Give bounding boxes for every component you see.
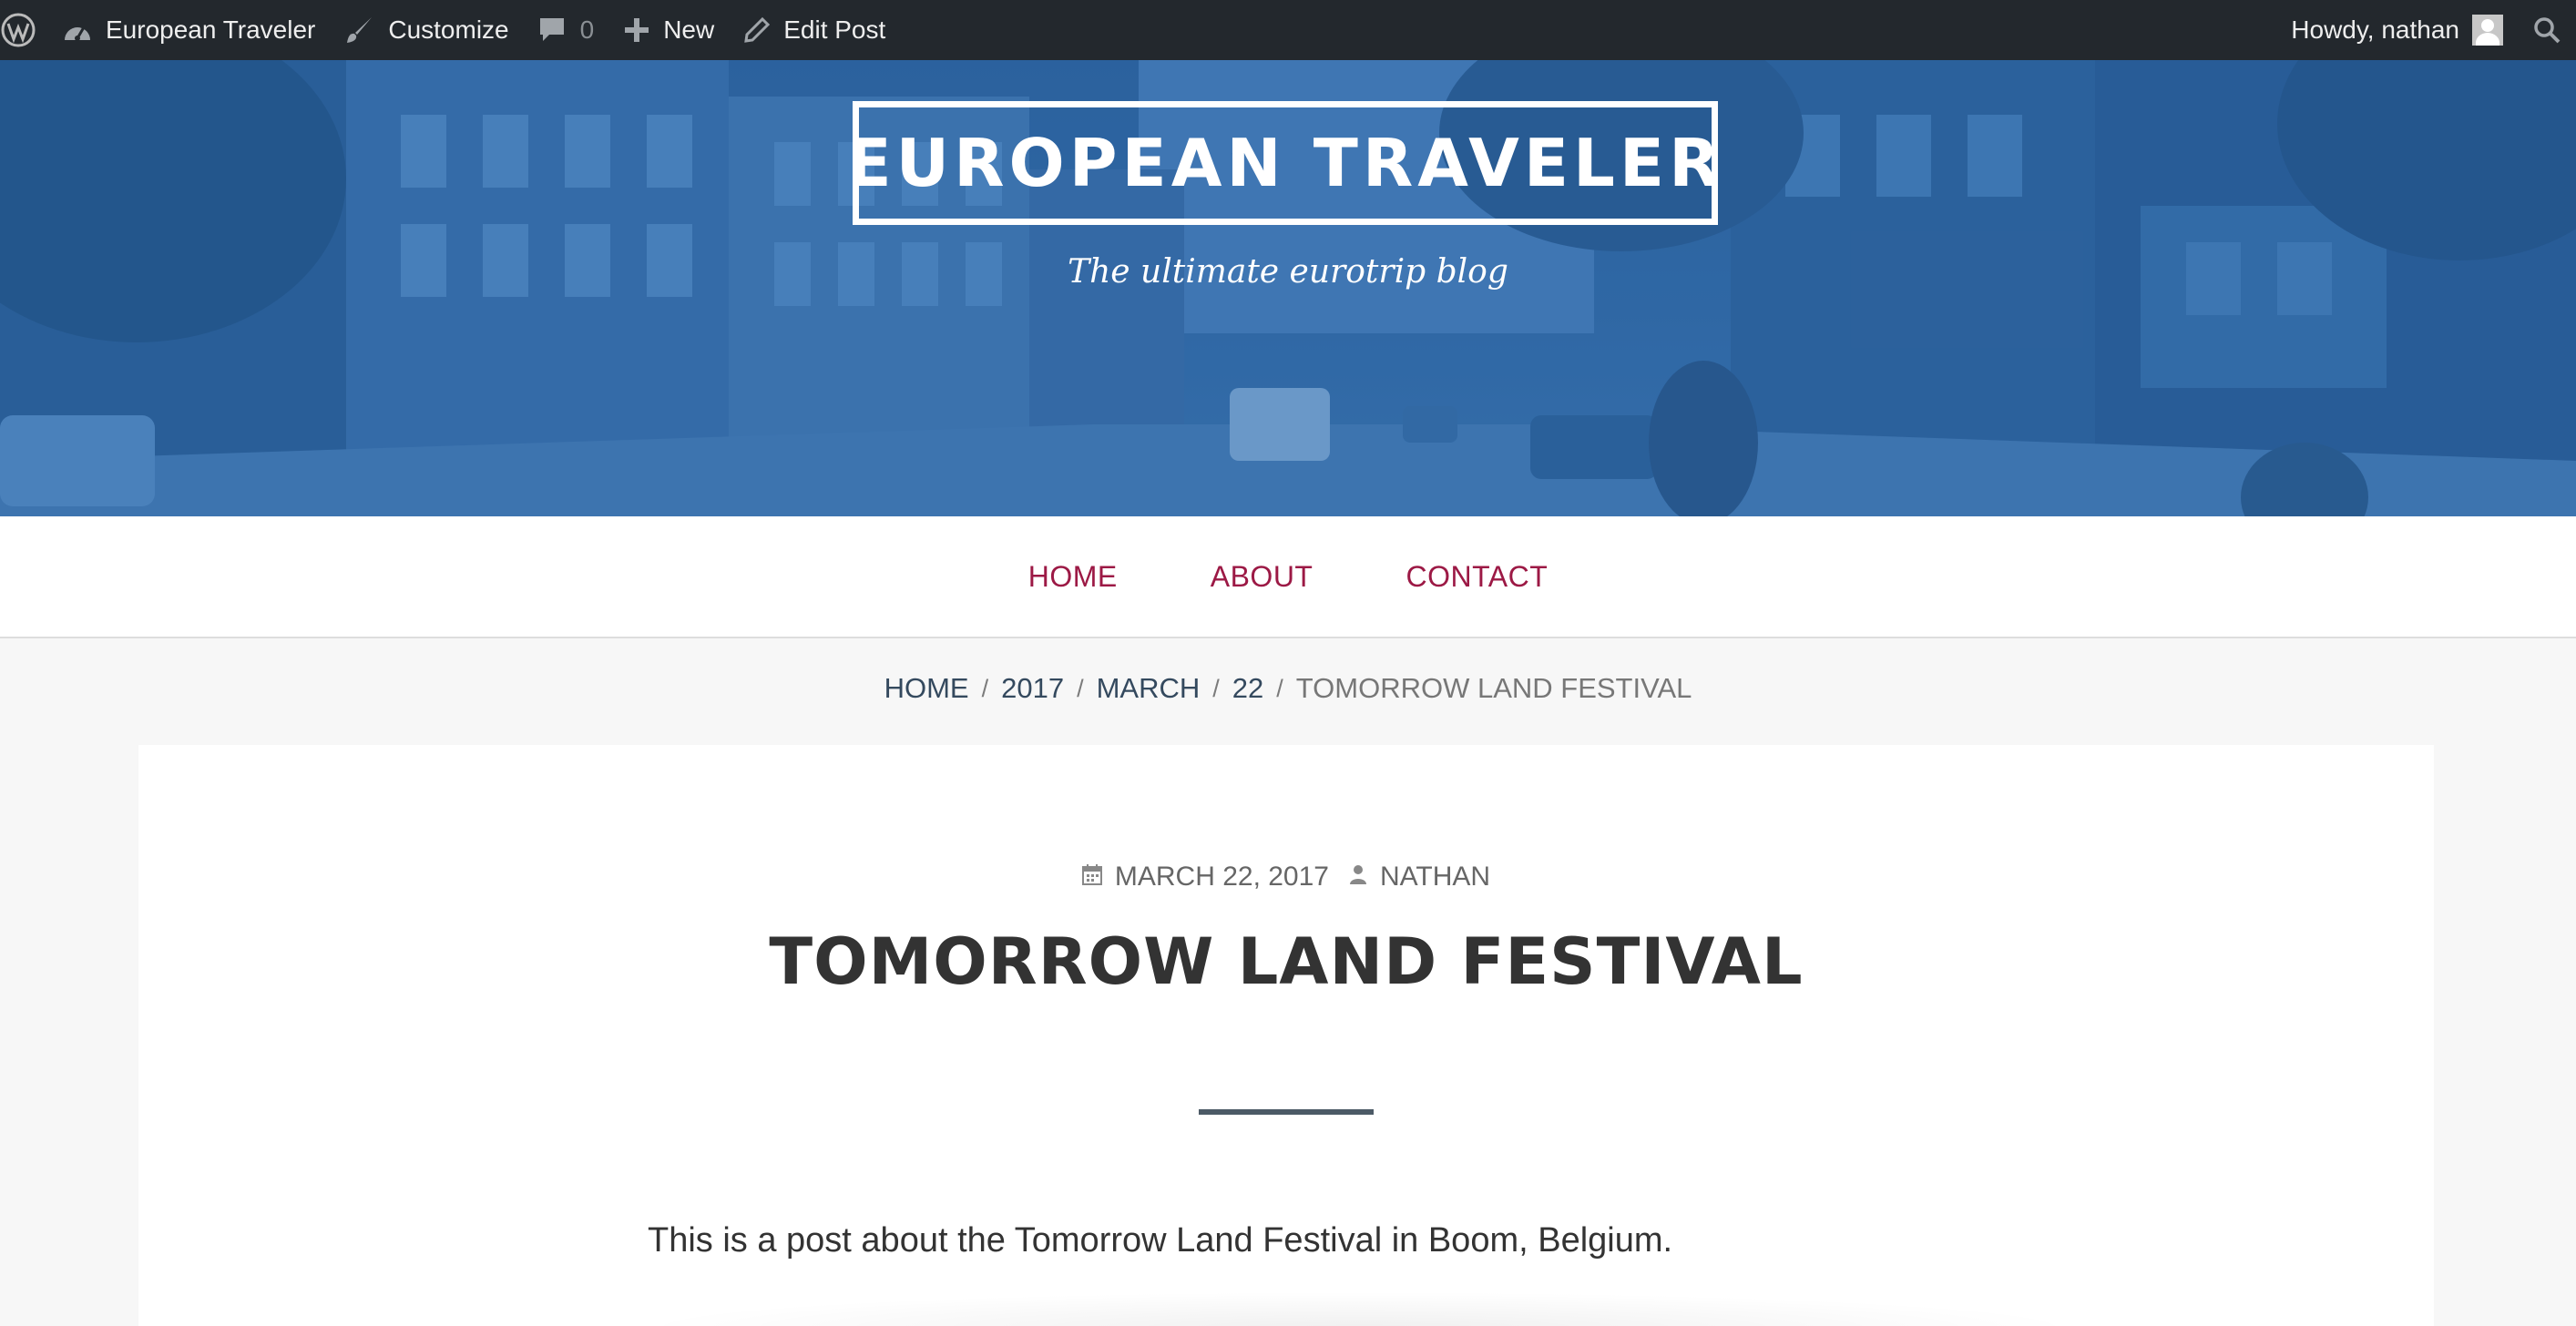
calendar-icon	[1081, 862, 1115, 892]
breadcrumb-year[interactable]: 2017	[1001, 672, 1064, 705]
admin-bar-right: Howdy, nathan	[2276, 0, 2576, 60]
breadcrumb-home[interactable]: HOME	[884, 672, 969, 705]
site-name-label: European Traveler	[106, 15, 316, 44]
content-shadow	[630, 1291, 2088, 1326]
customize-label: Customize	[388, 15, 509, 44]
breadcrumb-current: TOMORROW LAND FESTIVAL	[1295, 672, 1692, 704]
search-icon	[2532, 15, 2561, 45]
post-meta: MARCH 22, 2017 NATHAN	[138, 862, 2434, 892]
post-author[interactable]: NATHAN	[1380, 862, 1490, 892]
breadcrumb-separator: /	[981, 674, 989, 702]
new-content-button[interactable]: New	[608, 0, 729, 60]
post-body-paragraph: This is a post about the Tomorrow Land F…	[648, 1221, 1673, 1260]
customize-button[interactable]: Customize	[330, 0, 523, 60]
post-date-meta: MARCH 22, 2017	[1081, 862, 1329, 892]
site-title: EUROPEAN TRAVELER	[846, 125, 1724, 201]
admin-bar: European Traveler Customize 0 New Edit P…	[0, 0, 2576, 60]
avatar	[2472, 15, 2503, 46]
breadcrumb-day[interactable]: 22	[1232, 672, 1263, 705]
nav-item-about[interactable]: ABOUT	[1211, 560, 1314, 594]
nav-item-home[interactable]: HOME	[1028, 560, 1118, 594]
breadcrumb: HOME / 2017 / MARCH / 22 / TOMORROW LAND…	[0, 672, 2576, 705]
pencil-icon	[743, 16, 771, 44]
new-label: New	[663, 15, 715, 44]
edit-post-label: Edit Post	[783, 15, 886, 44]
post-card: MARCH 22, 2017 NATHAN TOMORROW LAND FEST…	[138, 745, 2434, 1326]
breadcrumb-month[interactable]: MARCH	[1097, 672, 1201, 705]
breadcrumb-separator: /	[1276, 674, 1283, 702]
wordpress-menu[interactable]	[0, 0, 47, 60]
dashboard-icon	[62, 16, 93, 44]
my-account-menu[interactable]: Howdy, nathan	[2276, 0, 2518, 60]
site-title-box[interactable]: EUROPEAN TRAVELER	[846, 101, 1720, 225]
wordpress-logo-icon	[0, 12, 36, 48]
user-icon	[1349, 862, 1380, 892]
comments-count: 0	[579, 15, 595, 44]
title-divider	[1199, 1109, 1374, 1115]
breadcrumb-separator: /	[1077, 674, 1084, 702]
post-title: TOMORROW LAND FESTIVAL	[769, 924, 1804, 999]
comment-bubble-icon	[538, 15, 566, 45]
admin-search-button[interactable]	[2518, 0, 2576, 60]
post-date[interactable]: MARCH 22, 2017	[1115, 862, 1329, 892]
howdy-label: Howdy, nathan	[2291, 15, 2459, 44]
breadcrumb-separator: /	[1212, 674, 1220, 702]
edit-post-button[interactable]: Edit Post	[729, 0, 900, 60]
admin-bar-left: European Traveler Customize 0 New Edit P…	[0, 0, 900, 60]
comments-button[interactable]: 0	[524, 0, 609, 60]
site-tagline: The ultimate eurotrip blog	[1068, 253, 1508, 291]
site-name-menu[interactable]: European Traveler	[47, 0, 330, 60]
nav-item-contact[interactable]: CONTACT	[1406, 560, 1548, 594]
primary-nav: HOME ABOUT CONTACT	[0, 516, 2576, 638]
header-hero: EUROPEAN TRAVELER The ultimate eurotrip …	[0, 60, 2576, 516]
post-author-meta: NATHAN	[1349, 862, 1490, 892]
paintbrush-icon	[344, 15, 375, 46]
plus-icon	[623, 16, 650, 44]
